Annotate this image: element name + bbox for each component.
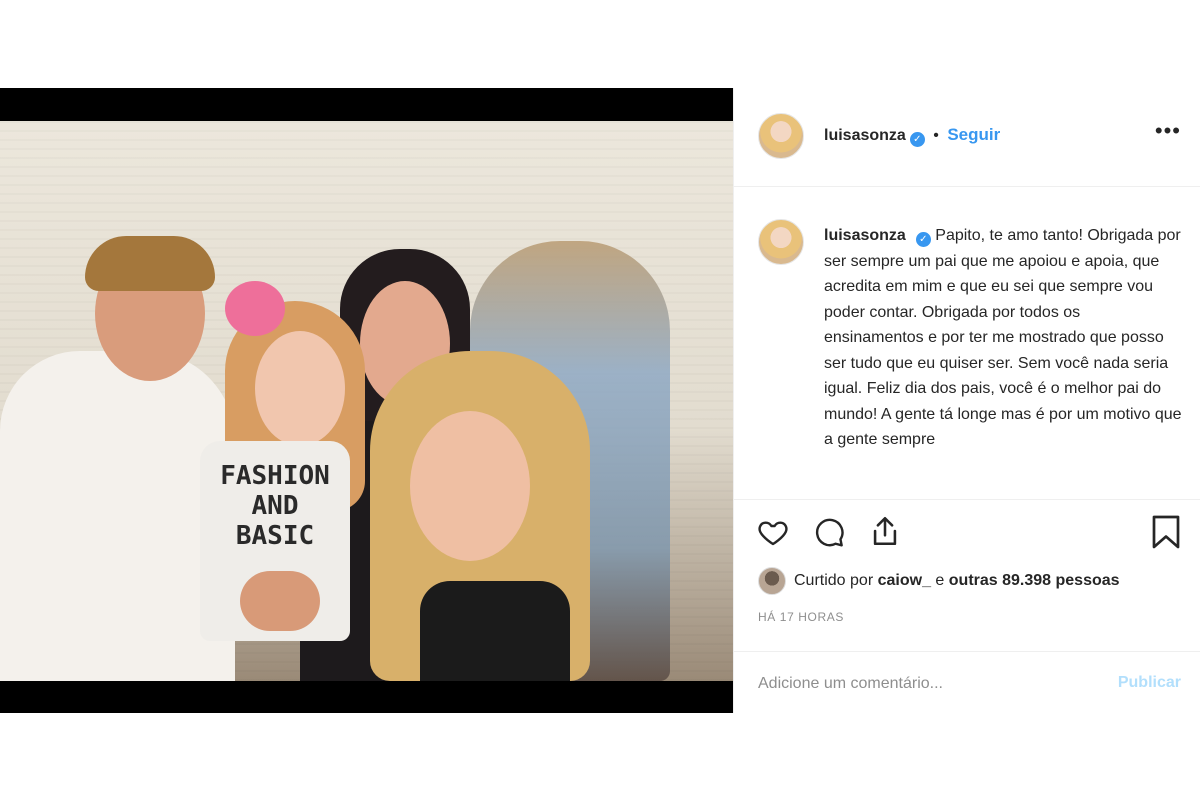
verified-badge-icon: ✓ (909, 132, 925, 147)
publish-button[interactable]: Publicar (1118, 674, 1181, 692)
likes-others[interactable]: outras 89.398 pessoas (949, 572, 1120, 590)
blonde-face (410, 411, 530, 561)
liker-avatar (758, 567, 786, 595)
post-media[interactable]: FASHION AND BASIC (0, 88, 733, 713)
separator-dot: • (933, 127, 939, 144)
author-username[interactable]: luisasonza (824, 127, 906, 144)
caption-avatar[interactable] (758, 219, 804, 265)
add-comment-section: Publicar (734, 651, 1200, 714)
girl-face (255, 331, 345, 446)
comment-icon[interactable] (812, 516, 846, 548)
man-hand (240, 571, 320, 631)
post-photo[interactable]: FASHION AND BASIC (0, 121, 733, 681)
post-timestamp[interactable]: HÁ 17 HORAS (758, 610, 844, 624)
more-options-icon[interactable]: ••• (1155, 118, 1181, 144)
instagram-post: FASHION AND BASIC luisasonza ✓ • Seguir •… (0, 88, 1200, 713)
post-caption: luisasonza ✓ Papito, te amo tanto! Obriga… (824, 223, 1184, 453)
post-actions: Curtido por caiow_ e outras 89.398 pesso… (734, 499, 1200, 652)
caption-username[interactable]: luisasonza (824, 227, 906, 244)
liker-username[interactable]: caiow_ (878, 572, 931, 590)
header-name-row: luisasonza ✓ • Seguir (824, 125, 1000, 147)
likes-summary[interactable]: Curtido por caiow_ e outras 89.398 pesso… (758, 566, 1120, 596)
caption-text: Papito, te amo tanto! Obrigada por ser s… (824, 227, 1182, 448)
post-header: luisasonza ✓ • Seguir ••• (734, 88, 1200, 187)
bookmark-icon[interactable] (1151, 514, 1181, 550)
heart-icon[interactable] (756, 516, 790, 548)
comments-section[interactable]: luisasonza ✓ Papito, te amo tanto! Obriga… (734, 187, 1200, 499)
comment-input[interactable] (756, 668, 1100, 700)
girl-bow (225, 281, 285, 336)
shirt-text-line3: BASIC (235, 521, 315, 551)
follow-button[interactable]: Seguir (947, 125, 1000, 144)
author-avatar[interactable] (758, 113, 804, 159)
share-icon[interactable] (868, 514, 902, 548)
likes-connector: e (935, 572, 945, 589)
blonde-top (420, 581, 570, 681)
likes-prefix: Curtido por (794, 572, 874, 589)
verified-badge-icon: ✓ (915, 232, 931, 247)
man-hair (85, 236, 215, 291)
post-side-panel: luisasonza ✓ • Seguir ••• luisasonza ✓ Pap… (733, 88, 1200, 713)
shirt-text-line1: FASHION (220, 461, 330, 491)
shirt-text-line2: AND (251, 491, 299, 521)
